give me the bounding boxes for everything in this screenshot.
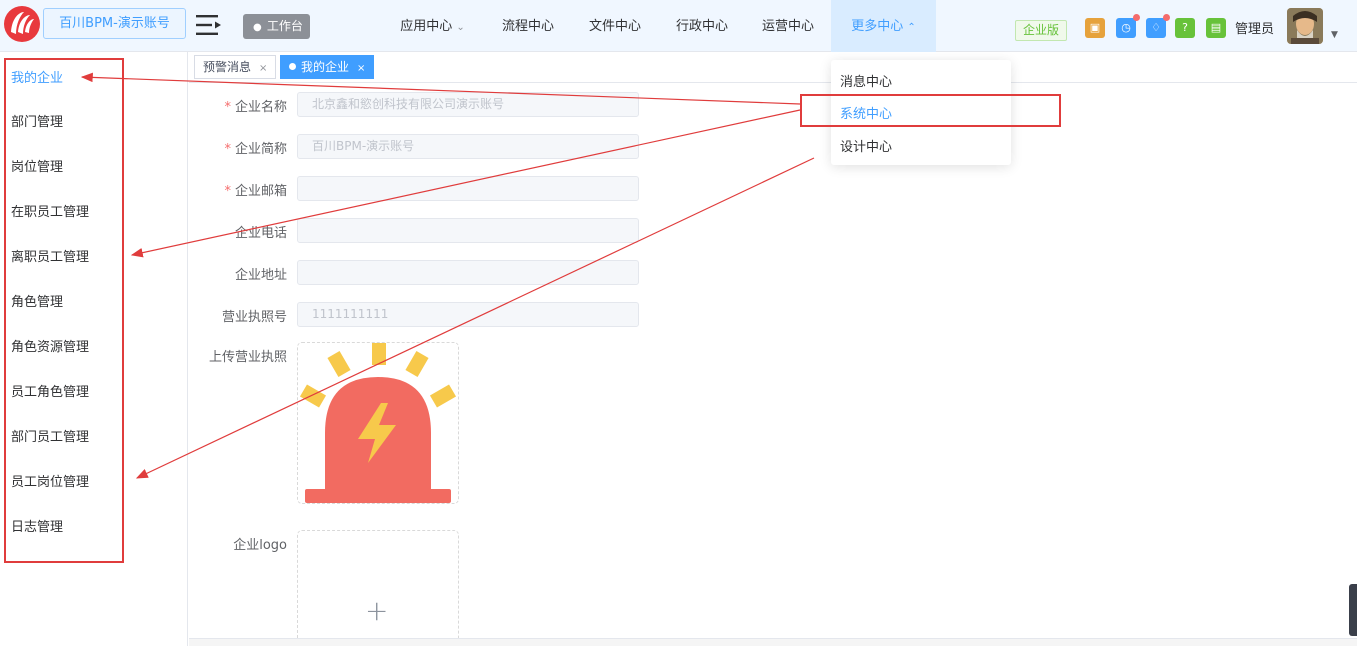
menu-item-message-center[interactable]: 消息中心 bbox=[840, 71, 892, 90]
nav-label: 行政中心 bbox=[675, 19, 728, 34]
tab-bar: 预警消息 × 我的企业 × bbox=[189, 52, 1357, 83]
company-address-field[interactable] bbox=[297, 260, 639, 285]
tab-alert-messages[interactable]: 预警消息 × bbox=[194, 55, 277, 79]
tab-my-company[interactable]: 我的企业 × bbox=[280, 55, 375, 79]
nav-more-center[interactable]: 更多中心 ⌃ bbox=[831, 0, 936, 52]
nav-file-center[interactable]: 文件中心 bbox=[577, 0, 653, 52]
nav-label: 流程中心 bbox=[501, 19, 554, 34]
tab-label: 我的企业 bbox=[301, 60, 350, 74]
top-header: 百川BPM-演示账号 ● 工作台 应用中心 ⌄ 流程中心 文件中心 行政中心 运营… bbox=[0, 0, 1357, 52]
workbench-button[interactable]: ● 工作台 bbox=[243, 14, 310, 39]
user-icon: ● bbox=[253, 22, 262, 33]
user-name[interactable]: 管理员 bbox=[1235, 18, 1274, 37]
menu-toggle-icon[interactable] bbox=[196, 14, 222, 36]
bag-icon[interactable]: ▤ bbox=[1206, 18, 1226, 38]
required-mark: * bbox=[224, 184, 231, 199]
license-upload-label: 上传营业执照 bbox=[208, 350, 287, 365]
avatar[interactable] bbox=[1287, 8, 1323, 44]
company-short-label: * 企业简称 bbox=[187, 138, 287, 157]
logo-upload-box[interactable]: + bbox=[297, 530, 459, 646]
chevron-down-icon: ⌄ bbox=[456, 22, 465, 33]
edition-badge: 企业版 bbox=[1015, 20, 1067, 41]
menu-item-design-center[interactable]: 设计中心 bbox=[840, 136, 892, 155]
nav-label: 运营中心 bbox=[761, 19, 814, 34]
company-address-label: 企业地址 bbox=[234, 268, 287, 283]
caret-down-icon[interactable]: ▼ bbox=[1331, 30, 1338, 40]
license-no-label: 营业执照号 bbox=[221, 310, 287, 325]
logo-upload-label: 企业logo bbox=[233, 538, 287, 553]
company-name-field[interactable]: 北京鑫和慾创科技有限公司演示账号 bbox=[297, 92, 639, 117]
tab-label: 预警消息 bbox=[203, 60, 252, 74]
label-text: 企业简称 bbox=[234, 142, 287, 157]
required-mark: * bbox=[224, 100, 231, 115]
company-email-label: * 企业邮箱 bbox=[187, 180, 287, 199]
company-phone-field[interactable] bbox=[297, 218, 639, 243]
active-dot-icon bbox=[289, 63, 296, 70]
help-icon[interactable]: ? bbox=[1175, 18, 1195, 38]
side-drawer-handle[interactable] bbox=[1349, 584, 1357, 636]
clock-icon[interactable]: ◷ bbox=[1116, 14, 1140, 38]
company-phone-label: 企业电话 bbox=[234, 226, 287, 241]
nav-admin-center[interactable]: 行政中心 bbox=[664, 0, 740, 52]
bell-icon[interactable]: ♢ bbox=[1146, 14, 1170, 38]
company-email-field[interactable] bbox=[297, 176, 639, 201]
nav-ops-center[interactable]: 运营中心 bbox=[750, 0, 826, 52]
close-icon[interactable]: × bbox=[259, 63, 267, 74]
license-no-field[interactable]: 1111111111 bbox=[297, 302, 639, 327]
alarm-light-icon bbox=[299, 343, 457, 503]
company-name-label: * 企业名称 bbox=[187, 96, 287, 115]
nav-app-center[interactable]: 应用中心 ⌄ bbox=[385, 0, 480, 52]
annotation-menu-box bbox=[800, 94, 1061, 127]
tenant-switch-button[interactable]: 百川BPM-演示账号 bbox=[43, 8, 186, 39]
annotation-sidebar-box bbox=[4, 58, 124, 563]
chevron-up-icon: ⌃ bbox=[907, 22, 916, 33]
status-strip bbox=[189, 638, 1357, 646]
workbench-label: 工作台 bbox=[266, 19, 303, 33]
plus-icon: + bbox=[365, 594, 389, 627]
notification-dot bbox=[1163, 14, 1170, 21]
label-text: 企业邮箱 bbox=[234, 184, 287, 199]
app-logo-icon[interactable] bbox=[2, 2, 42, 46]
nav-label: 更多中心 bbox=[851, 19, 904, 34]
notification-dot bbox=[1133, 14, 1140, 21]
nav-label: 文件中心 bbox=[588, 19, 641, 34]
required-mark: * bbox=[224, 142, 231, 157]
close-icon[interactable]: × bbox=[357, 63, 365, 74]
nav-label: 应用中心 bbox=[400, 19, 453, 34]
label-text: 企业名称 bbox=[234, 100, 287, 115]
license-upload-box[interactable] bbox=[297, 342, 459, 504]
company-short-field[interactable]: 百川BPM-演示账号 bbox=[297, 134, 639, 159]
nav-process-center[interactable]: 流程中心 bbox=[490, 0, 566, 52]
note-icon[interactable]: ▣ bbox=[1085, 18, 1105, 38]
